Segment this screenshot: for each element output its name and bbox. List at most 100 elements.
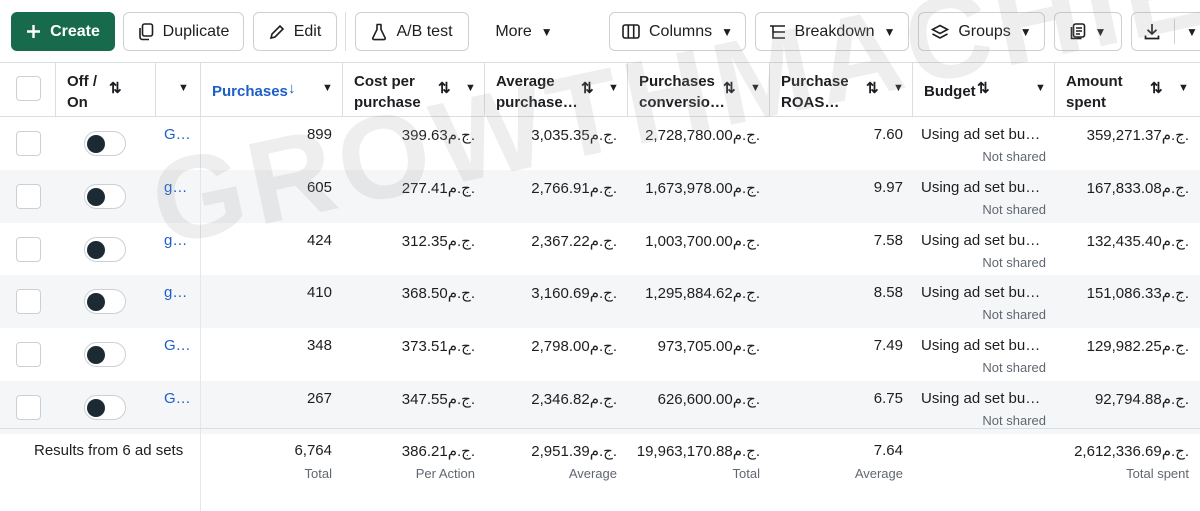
cell-avg-purchase: 3,160.69ج.م. <box>531 285 617 303</box>
sort-icon[interactable]: ⇅ <box>977 79 990 97</box>
cell-cost-per-purchase: 277.41ج.م. <box>401 179 475 197</box>
header-off-on[interactable]: Off / On ⇅ <box>56 63 156 116</box>
edit-button[interactable]: Edit <box>253 12 337 51</box>
cell-budget: Using ad set bu… <box>921 284 1041 302</box>
header-purchases[interactable]: Purchases ↓ ▼ <box>201 63 343 116</box>
export-button[interactable]: ▼ <box>1131 12 1200 51</box>
table-row[interactable]: G… 267 347.55ج.م. 2,346.82ج.م. 626,600.0… <box>0 381 1200 434</box>
table-row[interactable]: G… 348 373.51ج.م. 2,798.00ج.م. 973,705.0… <box>0 328 1200 381</box>
sort-icon[interactable]: ⇅ <box>438 79 451 97</box>
cell-budget: Using ad set bu… <box>921 178 1041 196</box>
more-menu-button[interactable]: More ▼ <box>482 12 566 51</box>
ad-set-name-link[interactable]: g… <box>164 179 187 196</box>
caret-down-icon: ▼ <box>465 82 476 94</box>
summary-conversion: 19,963,170.88ج.م. <box>636 443 760 460</box>
cell-purchases: 267 <box>306 390 332 407</box>
ad-set-name-link[interactable]: g… <box>164 284 187 301</box>
ad-set-name-link[interactable]: G… <box>164 337 191 354</box>
layers-icon <box>931 24 950 40</box>
reports-menu-button[interactable]: ▼ <box>1054 12 1122 51</box>
table-row[interactable]: g… 410 368.50ج.م. 3,160.69ج.م. 1,295,884… <box>0 275 1200 329</box>
summary-roas: 7.64 <box>873 442 903 459</box>
header-cost-per-purchase[interactable]: Cost per purchase ⇅ ▼ <box>343 63 485 116</box>
sort-icon[interactable]: ⇅ <box>1150 79 1163 97</box>
create-button[interactable]: Create <box>11 12 115 51</box>
sort-icon[interactable]: ⇅ <box>109 79 122 97</box>
header-avg-purchase[interactable]: Average purchase… ⇅ ▼ <box>485 63 628 116</box>
sort-down-arrow-icon[interactable]: ↓ <box>288 80 296 97</box>
toggle-knob <box>87 240 105 259</box>
select-all-checkbox[interactable] <box>16 76 41 101</box>
header-conversion-label: Purchases conversio… <box>639 73 724 111</box>
table-row[interactable]: g… 605 277.41ج.م. 2,766.91ج.م. 1,673,978… <box>0 169 1200 223</box>
caret-down-icon: ▼ <box>1019 24 1032 39</box>
header-select-cell <box>0 63 56 116</box>
ad-set-name-link[interactable]: g… <box>164 232 187 249</box>
header-purchase-roas[interactable]: Purchase ROAS… ⇅ ▼ <box>770 63 913 116</box>
row-checkbox[interactable] <box>16 236 41 262</box>
row-toggle[interactable] <box>84 131 126 156</box>
groups-button[interactable]: Groups ▼ <box>918 12 1045 51</box>
sort-icon[interactable]: ⇅ <box>581 79 594 97</box>
row-checkbox[interactable] <box>16 289 41 315</box>
header-cost-label: Cost per purchase <box>354 73 421 111</box>
cell-budget-sub: Not shared <box>982 201 1046 217</box>
cell-budget-sub: Not shared <box>982 149 1046 164</box>
cell-avg-purchase: 2,346.82ج.م. <box>531 391 617 408</box>
caret-down-icon: ▼ <box>1186 24 1198 39</box>
report-icon <box>1070 22 1086 41</box>
header-avg-label: Average purchase… <box>496 73 578 111</box>
cell-purchases-conversion: 2,728,780.00ج.م. <box>645 127 760 144</box>
toggle-knob <box>87 187 105 206</box>
header-purchases-label: Purchases <box>212 83 288 100</box>
sort-icon[interactable]: ⇅ <box>723 79 736 97</box>
caret-down-icon: ▼ <box>893 82 904 94</box>
more-label: More <box>495 22 532 40</box>
cell-purchases-conversion: 973,705.00ج.م. <box>657 338 760 356</box>
cell-avg-purchase: 2,798.00ج.م. <box>531 338 617 356</box>
row-checkbox[interactable] <box>16 183 41 209</box>
columns-icon <box>622 24 640 39</box>
cell-budget: Using ad set bu… <box>921 126 1041 143</box>
row-toggle[interactable] <box>84 395 126 420</box>
duplicate-icon <box>138 22 154 41</box>
toggle-knob <box>87 399 105 417</box>
row-toggle[interactable] <box>84 289 126 315</box>
cell-avg-purchase: 2,766.91ج.م. <box>531 179 617 197</box>
pencil-icon <box>269 24 285 40</box>
cell-amount-spent: 167,833.08ج.م. <box>1086 179 1189 197</box>
cell-purchases: 899 <box>306 126 332 143</box>
cell-purchase-roas: 6.75 <box>873 390 903 407</box>
row-checkbox[interactable] <box>16 395 41 420</box>
header-name-menu[interactable]: ▼ <box>156 63 201 116</box>
duplicate-button[interactable]: Duplicate <box>123 12 244 51</box>
plus-icon <box>26 24 41 39</box>
cell-avg-purchase: 3,035.35ج.م. <box>531 127 617 144</box>
header-amount-spent[interactable]: Amount spent ⇅ ▼ <box>1055 63 1200 116</box>
cell-purchases-conversion: 1,003,700.00ج.م. <box>645 232 760 250</box>
ab-test-button[interactable]: A/B test <box>355 12 469 51</box>
row-checkbox[interactable] <box>16 342 41 368</box>
sort-icon[interactable]: ⇅ <box>866 79 879 97</box>
row-toggle[interactable] <box>84 183 126 209</box>
breakdown-icon <box>769 24 786 40</box>
header-budget[interactable]: Budget ⇅ ▼ <box>913 63 1055 116</box>
ad-set-name-link[interactable]: G… <box>164 390 191 407</box>
caret-down-icon: ▼ <box>1035 82 1046 94</box>
create-label: Create <box>50 22 100 40</box>
row-toggle[interactable] <box>84 342 126 368</box>
cell-purchase-roas: 7.58 <box>873 231 903 249</box>
cell-budget: Using ad set bu… <box>921 390 1041 407</box>
table-row[interactable]: g… 424 312.35ج.م. 2,367.22ج.م. 1,003,700… <box>0 223 1200 276</box>
row-toggle[interactable] <box>84 236 126 262</box>
ad-set-name-link[interactable]: G… <box>164 126 191 143</box>
cell-purchases-conversion: 1,673,978.00ج.م. <box>645 179 760 197</box>
breakdown-button[interactable]: Breakdown ▼ <box>755 12 909 51</box>
table-row[interactable]: G… 899 399.63ج.م. 3,035.35ج.م. 2,728,780… <box>0 117 1200 170</box>
summary-spent-sub: Total spent <box>1126 466 1189 481</box>
header-purchases-conversion[interactable]: Purchases conversio… ⇅ ▼ <box>628 63 770 116</box>
row-checkbox[interactable] <box>16 131 41 156</box>
download-icon <box>1144 23 1160 40</box>
summary-purchases-sub: Total <box>304 466 332 481</box>
columns-button[interactable]: Columns ▼ <box>609 12 746 51</box>
